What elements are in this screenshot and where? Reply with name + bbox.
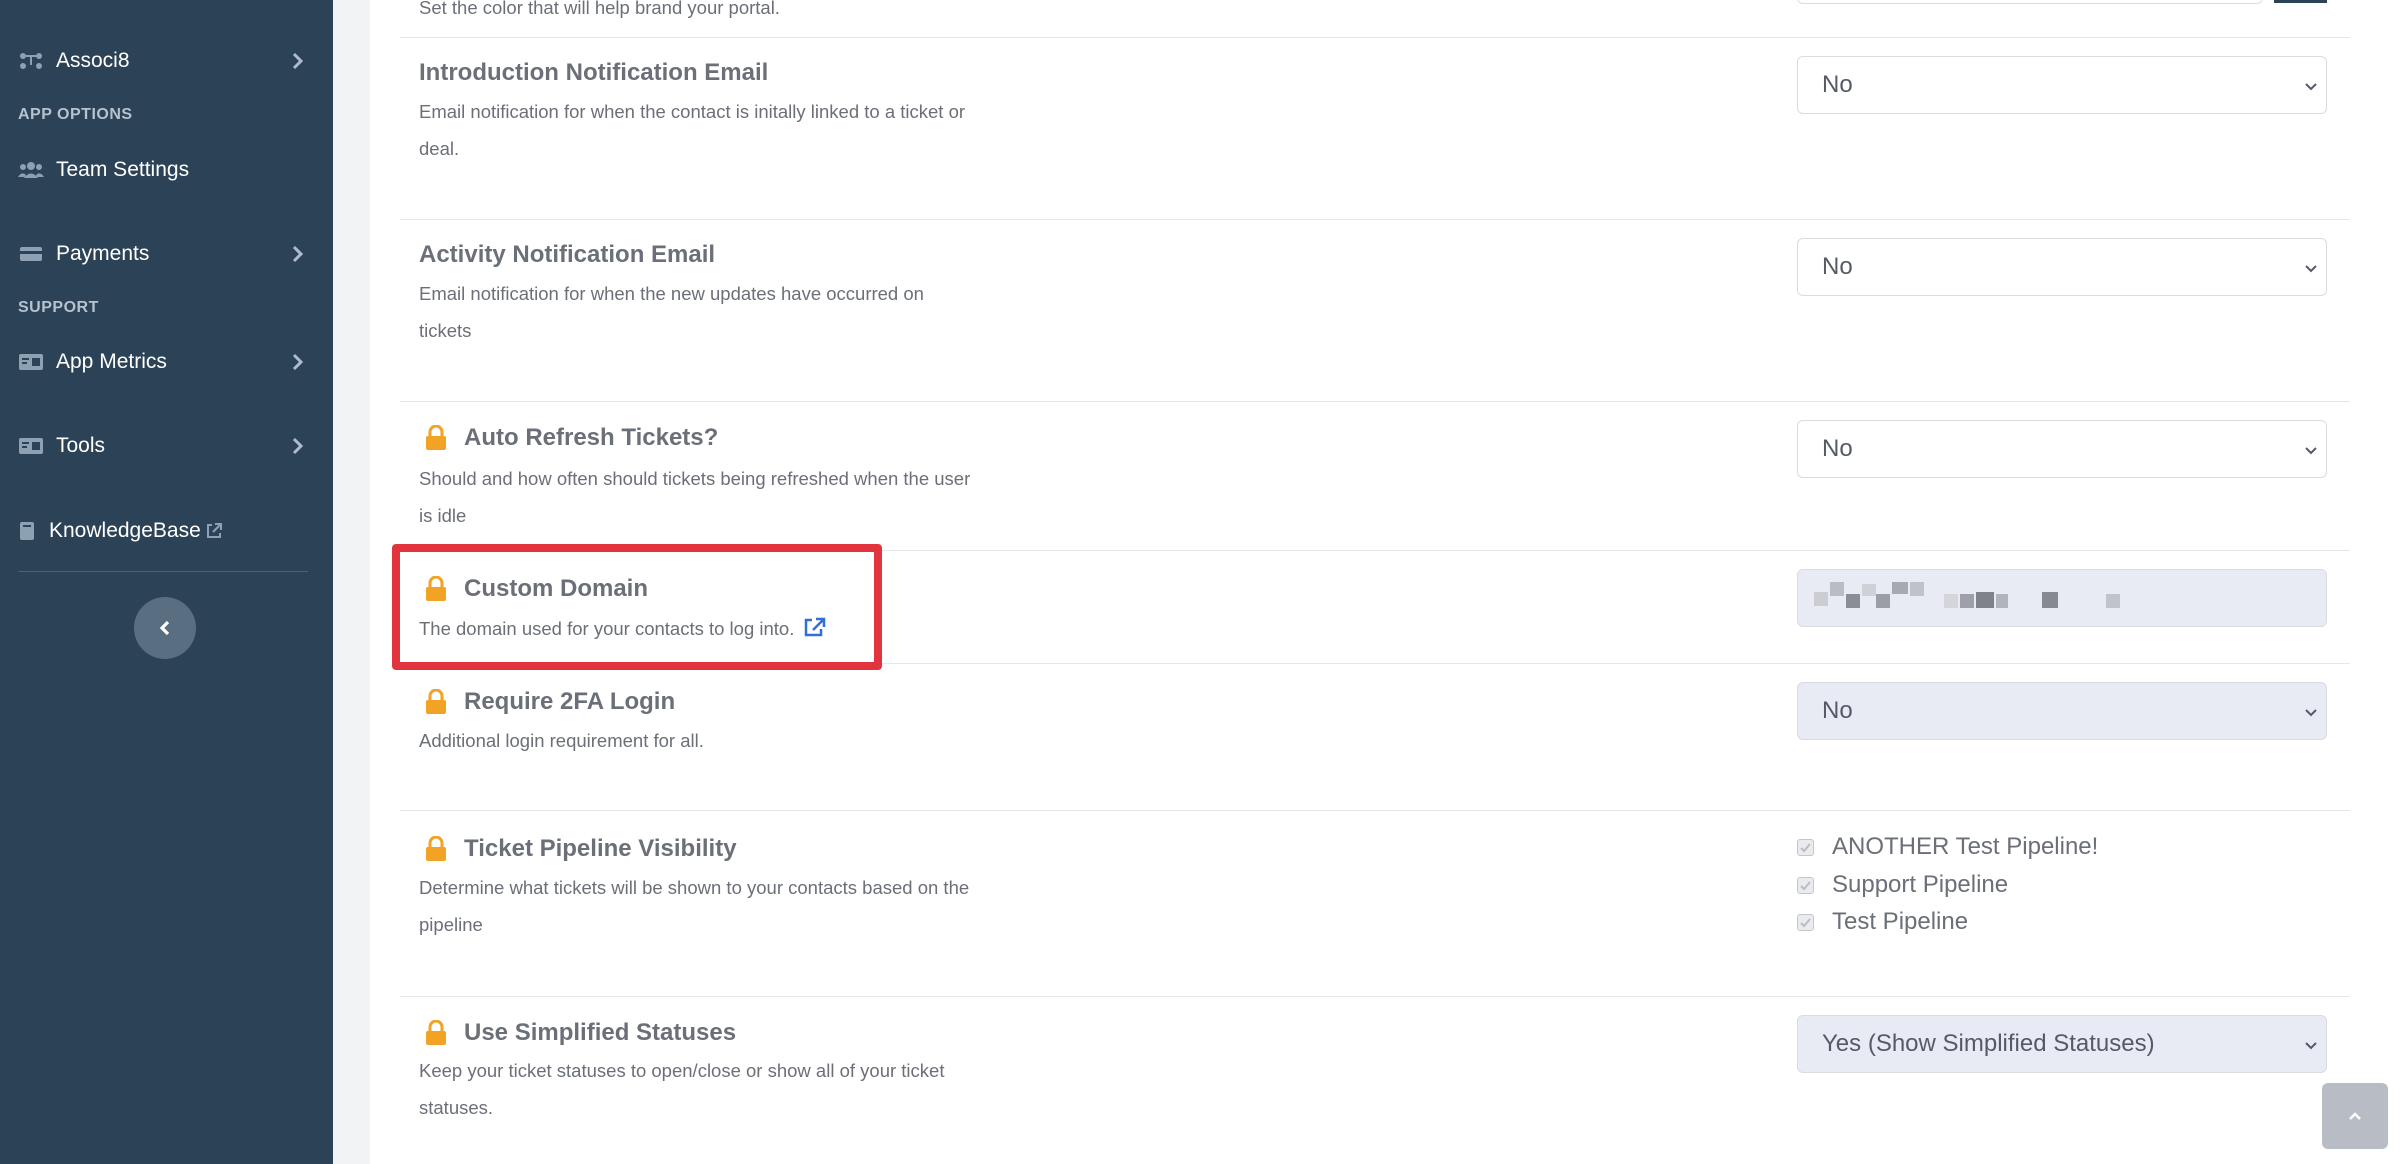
select-value: No	[1822, 253, 1853, 280]
chevron-down-icon	[2305, 447, 2317, 455]
row-description: Should and how often should tickets bein…	[419, 468, 971, 526]
simplified-statuses-select[interactable]: Yes (Show Simplified Statuses)	[1797, 1015, 2327, 1073]
activity-email-select[interactable]: No	[1797, 238, 2327, 296]
chevron-down-icon	[2305, 265, 2317, 273]
sidebar-item-knowledgebase[interactable]: KnowledgeBase	[0, 506, 333, 556]
chevron-down-icon	[2305, 1042, 2317, 1050]
color-input[interactable]	[1797, 0, 2263, 4]
sidebar-item-label: Associ8	[56, 49, 130, 72]
settings-row-require-2fa: Require 2FA Login Additional login requi…	[400, 664, 2350, 811]
sidebar-divider	[18, 571, 308, 572]
section-support: SUPPORT	[18, 299, 99, 316]
sidebar-item-tools[interactable]: Tools	[0, 421, 333, 471]
highlight-box	[392, 544, 882, 670]
row-description: Email notification for when the new upda…	[419, 283, 924, 341]
checkbox-label: ANOTHER Test Pipeline!	[1832, 833, 2099, 860]
settings-row-activity-email: Activity Notification Email Email notifi…	[400, 220, 2350, 402]
sidebar-item-app-metrics[interactable]: App Metrics	[0, 337, 333, 387]
row-title: Ticket Pipeline Visibility	[419, 835, 737, 863]
auto-refresh-select[interactable]: No	[1797, 420, 2327, 478]
network-icon	[18, 51, 44, 71]
id-card-icon	[18, 352, 44, 372]
check-icon	[1800, 880, 1811, 890]
external-link-icon	[205, 522, 223, 545]
check-icon	[1800, 842, 1811, 852]
row-description: Email notification for when the contact …	[419, 101, 966, 159]
row-description: Additional login requirement for all.	[419, 730, 704, 751]
chevron-right-icon	[286, 435, 308, 457]
id-card-icon	[18, 436, 44, 456]
sidebar-item-label: App Metrics	[56, 350, 167, 373]
row-description: Set the color that will help brand your …	[419, 0, 780, 18]
lock-icon	[426, 689, 446, 714]
redacted-domain-value	[1814, 582, 2120, 612]
sidebar-item-team-settings[interactable]: Team Settings	[0, 145, 333, 195]
chevron-left-icon	[159, 620, 170, 636]
users-icon	[18, 160, 44, 180]
sidebar-item-payments[interactable]: Payments	[0, 229, 333, 279]
row-title-text: Auto Refresh Tickets?	[464, 424, 719, 451]
settings-row-pipeline-visibility: Ticket Pipeline Visibility Determine wha…	[400, 811, 2350, 997]
settings-row-intro-email: Introduction Notification Email Email no…	[400, 38, 2350, 220]
chevron-up-icon	[2349, 1112, 2361, 1120]
sidebar: Associ8 APP OPTIONS Team Settings Paymen…	[0, 0, 333, 1164]
row-title: Activity Notification Email	[419, 241, 716, 268]
sidebar-item-label: Team Settings	[56, 158, 190, 181]
row-title-text: Require 2FA Login	[464, 688, 676, 715]
sidebar-item-label: KnowledgeBase	[49, 519, 201, 542]
settings-row-brand-color: Set the color that will help brand your …	[400, 0, 2350, 38]
row-description: Determine what tickets will be shown to …	[419, 877, 970, 935]
sidebar-collapse-button[interactable]	[134, 597, 196, 659]
chevron-down-icon	[2305, 709, 2317, 717]
custom-domain-input[interactable]	[1797, 569, 2327, 627]
chevron-right-icon	[286, 351, 308, 373]
check-icon	[1800, 917, 1811, 927]
lock-icon	[426, 1020, 446, 1045]
lock-icon	[426, 836, 446, 861]
intro-email-select[interactable]: No	[1797, 56, 2327, 114]
select-value: No	[1822, 71, 1853, 98]
checkbox[interactable]	[1797, 838, 1814, 856]
card-icon	[18, 244, 44, 264]
chevron-right-icon	[286, 50, 308, 72]
checkbox-label: Support Pipeline	[1832, 871, 2009, 898]
settings-row-simplified-statuses: Use Simplified Statuses Keep your ticket…	[400, 997, 2350, 1164]
checkbox-label: Test Pipeline	[1832, 908, 1969, 935]
checkbox[interactable]	[1797, 913, 1814, 931]
pipeline-checkbox-item[interactable]: Test Pipeline	[1797, 908, 1968, 936]
select-value: No	[1822, 435, 1853, 462]
select-value: Yes (Show Simplified Statuses)	[1822, 1030, 2155, 1057]
chevron-down-icon	[2305, 83, 2317, 91]
row-title-text: Ticket Pipeline Visibility	[464, 835, 737, 862]
row-title-text: Use Simplified Statuses	[464, 1019, 737, 1046]
require-2fa-select[interactable]: No	[1797, 682, 2327, 740]
lock-icon	[426, 425, 446, 450]
row-title: Introduction Notification Email	[419, 59, 769, 86]
chevron-right-icon	[286, 243, 308, 265]
select-value: No	[1822, 697, 1853, 724]
book-icon	[14, 521, 40, 541]
section-app-options: APP OPTIONS	[18, 106, 133, 123]
pipeline-checkbox-item[interactable]: Support Pipeline	[1797, 871, 2008, 899]
sidebar-item-label: Payments	[56, 242, 150, 265]
color-swatch[interactable]	[2274, 0, 2327, 3]
sidebar-item-associ8[interactable]: Associ8	[0, 36, 333, 86]
settings-row-auto-refresh: Auto Refresh Tickets? Should and how oft…	[400, 402, 2350, 551]
row-title: Require 2FA Login	[419, 688, 675, 716]
row-title: Use Simplified Statuses	[419, 1019, 736, 1047]
sidebar-item-label: Tools	[56, 434, 106, 457]
row-title: Auto Refresh Tickets?	[419, 424, 718, 452]
pipeline-checkbox-item[interactable]: ANOTHER Test Pipeline!	[1797, 833, 2098, 861]
scroll-to-top-button[interactable]	[2322, 1083, 2388, 1149]
row-description: Keep your ticket statuses to open/close …	[419, 1060, 945, 1118]
checkbox[interactable]	[1797, 876, 1814, 894]
